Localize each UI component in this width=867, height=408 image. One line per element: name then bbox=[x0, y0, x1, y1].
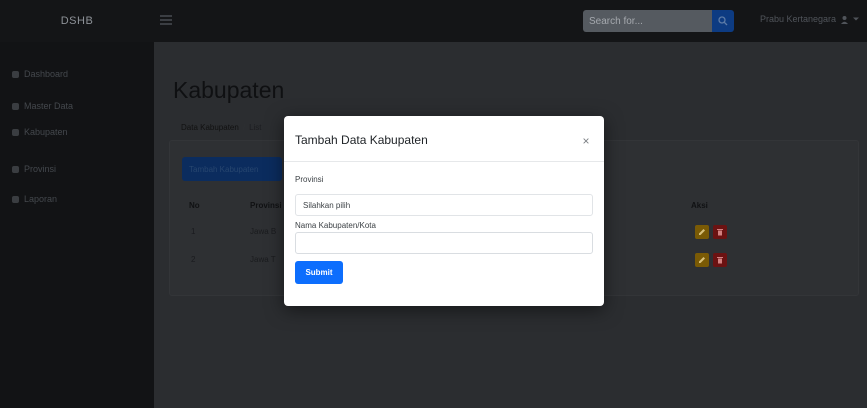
sidebar-toggle-icon[interactable] bbox=[160, 15, 172, 25]
sidebar-item-label: Dashboard bbox=[24, 69, 69, 79]
user-menu[interactable]: Prabu Kertanegara bbox=[760, 14, 860, 24]
sidebar-item-dashboard[interactable]: Dashboard bbox=[12, 67, 68, 81]
trash-icon bbox=[717, 257, 723, 264]
sidebar-item-provinsi[interactable]: Provinsi bbox=[12, 162, 56, 176]
sidebar-item-laporan[interactable]: Laporan bbox=[12, 192, 57, 206]
sidebar-item-label: Kabupaten bbox=[24, 127, 68, 137]
caret-down-icon bbox=[853, 17, 860, 21]
cell-no: 2 bbox=[191, 255, 196, 264]
kabupaten-label: Nama Kabupaten/Kota bbox=[295, 221, 376, 230]
column-header-no: No bbox=[189, 201, 200, 210]
user-icon bbox=[841, 15, 849, 24]
sidebar-item-label: Laporan bbox=[24, 194, 58, 204]
user-name: Prabu Kertanegara bbox=[760, 14, 837, 24]
cell-provinsi: Jawa T bbox=[250, 255, 276, 264]
dashboard-icon bbox=[12, 70, 19, 78]
sidebar-item-label: Provinsi bbox=[24, 164, 57, 174]
cell-provinsi: Jawa B bbox=[250, 227, 277, 236]
submit-button[interactable]: Submit bbox=[295, 261, 343, 284]
edit-icon bbox=[699, 257, 705, 263]
add-kabupaten-button[interactable]: Tambah Kabupaten bbox=[182, 157, 282, 181]
search-input[interactable] bbox=[583, 10, 713, 32]
search-button[interactable] bbox=[712, 10, 734, 32]
report-icon bbox=[12, 195, 19, 203]
brand-logo[interactable]: DSHB bbox=[0, 0, 154, 42]
search-group bbox=[583, 10, 734, 32]
delete-button[interactable] bbox=[713, 253, 727, 267]
edit-button[interactable] bbox=[695, 225, 709, 239]
provinsi-selected-value: Silahkan pilih bbox=[303, 200, 351, 210]
database-icon bbox=[12, 102, 19, 110]
map-icon bbox=[12, 128, 19, 136]
breadcrumb-current: List bbox=[249, 123, 262, 132]
add-kabupaten-modal: Tambah Data Kabupaten × Provinsi Silahka… bbox=[284, 116, 604, 306]
breadcrumb: Data Kabupaten / List bbox=[181, 123, 262, 132]
trash-icon bbox=[717, 229, 723, 236]
sidebar-item-label: Master Data bbox=[24, 101, 74, 111]
column-header-provinsi: Provinsi bbox=[250, 201, 282, 210]
modal-title: Tambah Data Kabupaten bbox=[295, 133, 428, 147]
search-icon bbox=[718, 16, 728, 26]
delete-button[interactable] bbox=[713, 225, 727, 239]
edit-button[interactable] bbox=[695, 253, 709, 267]
topbar: DSHB Prabu Kertanegara bbox=[0, 0, 867, 42]
provinsi-select[interactable]: Silahkan pilih bbox=[295, 194, 593, 216]
sidebar-item-master-data[interactable]: Master Data bbox=[12, 99, 73, 113]
flag-icon bbox=[12, 165, 19, 173]
close-icon[interactable]: × bbox=[578, 133, 594, 149]
edit-icon bbox=[699, 229, 705, 235]
provinsi-label: Provinsi bbox=[295, 175, 324, 184]
modal-divider bbox=[284, 161, 604, 162]
sidebar: Dashboard Master Data Kabupaten Provinsi… bbox=[0, 42, 154, 408]
kabupaten-name-input[interactable] bbox=[295, 232, 593, 254]
breadcrumb-parent[interactable]: Data Kabupaten bbox=[181, 123, 239, 132]
page-title: Kabupaten bbox=[173, 77, 285, 103]
column-header-aksi: Aksi bbox=[691, 201, 708, 210]
sidebar-item-kabupaten[interactable]: Kabupaten bbox=[12, 125, 68, 139]
cell-no: 1 bbox=[191, 227, 196, 236]
